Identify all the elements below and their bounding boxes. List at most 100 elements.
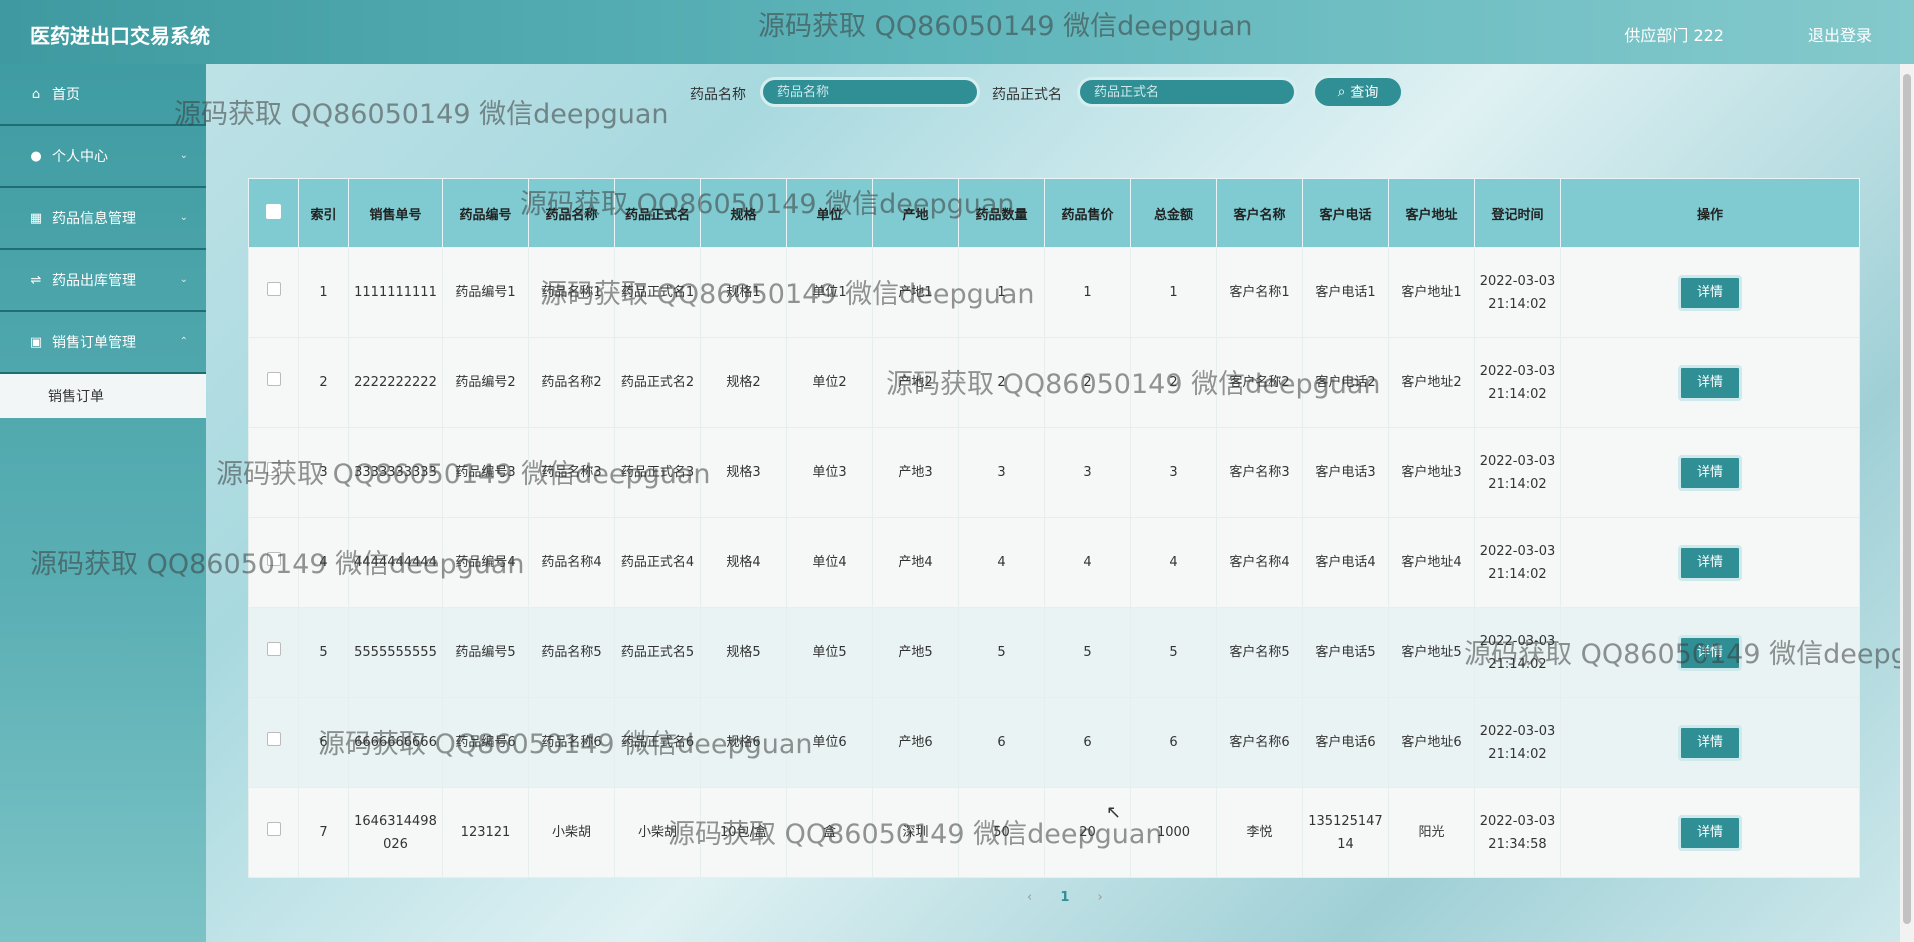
table-cell: 客户名称4	[1216, 517, 1303, 608]
table-cell: 客户地址1	[1388, 247, 1475, 338]
prev-page-button[interactable]: ‹	[1027, 890, 1032, 905]
table-row: 5 5555555555 药品编号5 药品名称5 药品正式名5 规格5 单位5 产地5 5 5 5 客…	[248, 607, 1860, 698]
detail-button[interactable]: 详情	[1678, 274, 1742, 311]
row-checkbox[interactable]	[248, 337, 299, 428]
row-checkbox[interactable]	[248, 517, 299, 608]
table-cell: 客户电话4	[1302, 517, 1389, 608]
table-cell: 4	[1044, 517, 1131, 608]
table-cell: 10包/盒	[700, 787, 787, 878]
detail-button[interactable]: 详情	[1678, 814, 1742, 851]
column-header: 登记时间	[1474, 178, 1561, 248]
action-cell: 详情	[1560, 787, 1860, 878]
drug-formal-name-input[interactable]	[1077, 77, 1297, 107]
sidebar-item-sales-orders[interactable]: ▣ 销售订单管理 ⌃	[0, 312, 206, 374]
table-cell: 规格4	[700, 517, 787, 608]
select-all-checkbox[interactable]	[248, 178, 299, 248]
column-header: 药品售价	[1044, 178, 1131, 248]
table-row: 6 6666666666 药品编号6 药品名称6 药品正式名6 规格6 单位6 产地6 6 6 6 客…	[248, 697, 1860, 788]
drug-formal-name-label: 药品正式名	[992, 87, 1062, 103]
action-cell: 详情	[1560, 607, 1860, 698]
sidebar-item-profile[interactable]: ● 个人中心 ⌄	[0, 126, 206, 188]
table-row: 1 1111111111 药品编号1 药品名称1 药品正式名1 规格1 单位1 产地1 1 1 1 客…	[248, 247, 1860, 338]
table-cell: 单位5	[786, 607, 873, 698]
sidebar-item-drug-outbound[interactable]: ⇌ 药品出库管理 ⌄	[0, 250, 206, 312]
table-cell: 产地1	[872, 247, 959, 338]
scrollbar-thumb[interactable]	[1903, 74, 1911, 924]
table-cell: 规格2	[700, 337, 787, 428]
table-cell: 药品正式名1	[614, 247, 701, 338]
table-cell: 4444444444	[348, 517, 443, 608]
detail-button[interactable]: 详情	[1678, 364, 1742, 401]
row-checkbox[interactable]	[248, 697, 299, 788]
table-cell: 产地2	[872, 337, 959, 428]
table-cell: 产地3	[872, 427, 959, 518]
drug-name-input[interactable]	[760, 77, 980, 107]
table-cell: 2022-03-03 21:14:02	[1474, 607, 1561, 698]
table-cell: 阳光	[1388, 787, 1475, 878]
column-header: 销售单号	[348, 178, 443, 248]
sidebar-item-label: 药品信息管理	[52, 211, 136, 227]
table-cell: 7	[298, 787, 349, 878]
sidebar-item-label: 药品出库管理	[52, 273, 136, 289]
table-cell: 单位3	[786, 427, 873, 518]
table-cell: 规格1	[700, 247, 787, 338]
table-cell: 2222222222	[348, 337, 443, 428]
action-cell: 详情	[1560, 247, 1860, 338]
chevron-down-icon: ⌄	[179, 150, 188, 161]
table-cell: 6	[1130, 697, 1217, 788]
table-cell: 6666666666	[348, 697, 443, 788]
table-cell: 5	[1044, 607, 1131, 698]
table-row: 4 4444444444 药品编号4 药品名称4 药品正式名4 规格4 单位4 产地4 4 4 4 客…	[248, 517, 1860, 608]
table-cell: 客户地址2	[1388, 337, 1475, 428]
column-header: 客户电话	[1302, 178, 1389, 248]
next-page-button[interactable]: ›	[1098, 890, 1103, 905]
sidebar-item-home[interactable]: ⌂ 首页	[0, 64, 206, 126]
table-row: 3 3333333333 药品编号3 药品名称3 药品正式名3 规格3 单位3 产地3 3 3 3 客…	[248, 427, 1860, 518]
page-number[interactable]: 1	[1060, 890, 1069, 905]
table-cell: 4	[1130, 517, 1217, 608]
column-header: 客户名称	[1216, 178, 1303, 248]
column-header: 客户地址	[1388, 178, 1475, 248]
column-header: 索引	[298, 178, 349, 248]
table-cell: 产地6	[872, 697, 959, 788]
table-cell: 2	[1130, 337, 1217, 428]
sidebar-item-label: 个人中心	[52, 149, 108, 165]
table-cell: 药品名称4	[528, 517, 615, 608]
table-cell: 3	[298, 427, 349, 518]
table-cell: 药品名称6	[528, 697, 615, 788]
detail-button[interactable]: 详情	[1678, 544, 1742, 581]
table-cell: 药品正式名3	[614, 427, 701, 518]
detail-button[interactable]: 详情	[1678, 634, 1742, 671]
table-header-row: 索引 销售单号 药品编号 药品名称 药品正式名 规格 单位 产地 药品数量 药品…	[248, 178, 1860, 248]
table-cell: 2022-03-03 21:14:02	[1474, 697, 1561, 788]
search-button[interactable]: ⌕ 查询	[1312, 75, 1404, 109]
table-cell: 客户电话6	[1302, 697, 1389, 788]
row-checkbox[interactable]	[248, 607, 299, 698]
action-cell: 详情	[1560, 517, 1860, 608]
table-cell: 4	[958, 517, 1045, 608]
current-user: 供应部门 222	[1624, 26, 1724, 45]
table-cell: 药品正式名5	[614, 607, 701, 698]
sidebar-subitem-sales-order[interactable]: 销售订单	[0, 374, 206, 418]
row-checkbox[interactable]	[248, 247, 299, 338]
chevron-down-icon: ⌄	[179, 212, 188, 223]
table-cell: 客户电话5	[1302, 607, 1389, 698]
row-checkbox[interactable]	[248, 787, 299, 878]
table-cell: 产地5	[872, 607, 959, 698]
chevron-down-icon: ⌄	[179, 274, 188, 285]
table-cell: 单位4	[786, 517, 873, 608]
table-cell: 药品编号5	[442, 607, 529, 698]
vertical-scrollbar[interactable]	[1900, 64, 1914, 942]
table-cell: 5	[958, 607, 1045, 698]
table-cell: 药品正式名2	[614, 337, 701, 428]
table-cell: 药品名称3	[528, 427, 615, 518]
logout-link[interactable]: 退出登录	[1808, 22, 1872, 46]
chevron-up-icon: ⌃	[179, 336, 188, 347]
detail-button[interactable]: 详情	[1678, 724, 1742, 761]
column-header: 产地	[872, 178, 959, 248]
sidebar-item-drug-info[interactable]: ▦ 药品信息管理 ⌄	[0, 188, 206, 250]
detail-button[interactable]: 详情	[1678, 454, 1742, 491]
table-cell: 客户名称6	[1216, 697, 1303, 788]
table-cell: 2022-03-03 21:14:02	[1474, 427, 1561, 518]
row-checkbox[interactable]	[248, 427, 299, 518]
